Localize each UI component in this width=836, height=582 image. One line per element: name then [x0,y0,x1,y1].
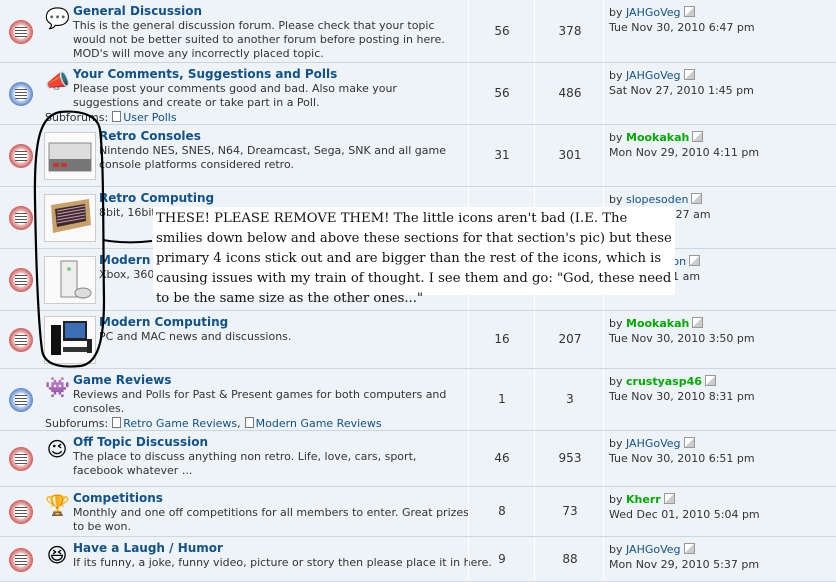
annotation-note: THESE! PLEASE REMOVE THEM! The little ic… [153,207,675,306]
